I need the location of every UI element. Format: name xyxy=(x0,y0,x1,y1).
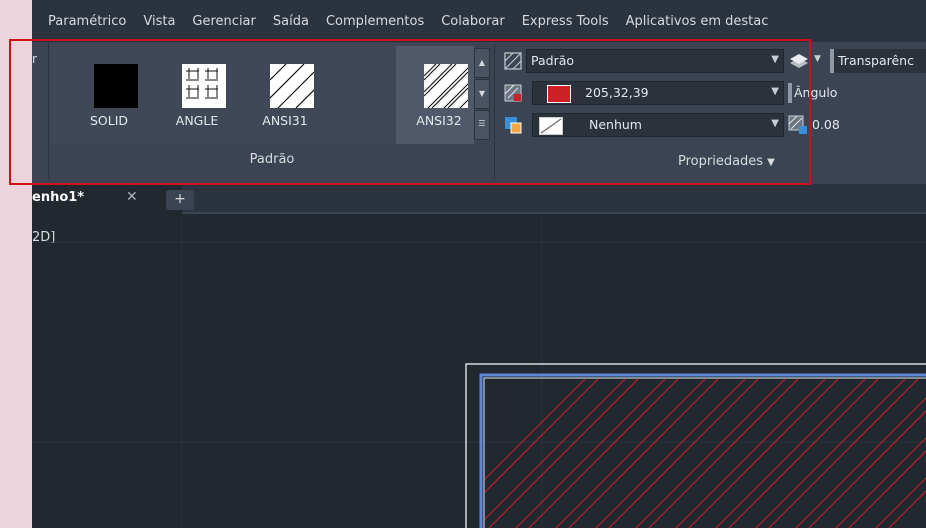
properties-panel: Padrão ▼ ▼ Transparênc 205,32,39 ▼ Ângul… xyxy=(498,44,926,178)
new-tab-button[interactable]: + xyxy=(166,190,194,210)
transparency-control[interactable]: ▼ Transparênc xyxy=(788,49,926,73)
chevron-down-icon: ▼ xyxy=(771,54,779,65)
hatch-color-icon xyxy=(504,84,522,102)
transparency-field[interactable]: Transparênc xyxy=(830,49,926,73)
solid-fill-icon xyxy=(94,64,138,108)
close-icon[interactable]: ✕ xyxy=(126,189,138,205)
background-color-row: Nenhum ▼ 0.08 xyxy=(498,112,926,138)
hatch-type-row: Padrão ▼ ▼ Transparênc xyxy=(498,48,926,74)
ribbon-tab-bar: Paramétrico Vista Gerenciar Saída Comple… xyxy=(32,0,926,42)
tab-aplicativos[interactable]: Aplicativos em destac xyxy=(626,14,769,29)
drawing-canvas[interactable]: 2D] xyxy=(32,216,926,528)
previous-panel-label: r xyxy=(32,52,37,66)
tab-complementos[interactable]: Complementos xyxy=(326,14,424,29)
scale-control[interactable]: 0.08 xyxy=(788,113,926,137)
document-tab-bar: enho1* ✕ + xyxy=(32,184,926,214)
chevron-down-icon: ▼ xyxy=(767,157,775,168)
angle-label: Ângulo xyxy=(794,85,838,100)
hatch-type-icon xyxy=(504,52,522,70)
chevron-down-icon: ▼ xyxy=(814,54,821,64)
angle-grid-icon xyxy=(182,64,226,108)
tab-vista[interactable]: Vista xyxy=(143,14,175,29)
ansi32-hatch-icon xyxy=(424,64,468,108)
gallery-scroll-up-button[interactable]: ▲ xyxy=(474,48,490,78)
previous-panel-stub: r xyxy=(32,42,49,178)
hatch-color-row: 205,32,39 ▼ Ângulo xyxy=(498,80,926,106)
gallery-expand-button[interactable]: ☰ xyxy=(474,110,490,140)
color-swatch xyxy=(547,85,571,103)
properties-title-label: Propriedades xyxy=(678,154,764,169)
autocad-window: Paramétrico Vista Gerenciar Saída Comple… xyxy=(32,0,926,528)
properties-panel-title[interactable]: Propriedades ▼ xyxy=(678,154,775,169)
angle-slider-handle[interactable] xyxy=(788,83,792,103)
background-color-value: Nenhum xyxy=(589,117,642,132)
ansi31-hatch-icon xyxy=(270,64,314,108)
hatch-scale-icon xyxy=(788,115,807,134)
gallery-scroll-down-button[interactable]: ▼ xyxy=(474,79,490,109)
tab-colaborar[interactable]: Colaborar xyxy=(441,14,504,29)
gallery-scrollbar: ▲ ▼ ☰ xyxy=(474,48,490,144)
tab-express-tools[interactable]: Express Tools xyxy=(522,14,609,29)
pattern-label: SOLID xyxy=(89,113,129,128)
document-tab[interactable]: enho1* ✕ xyxy=(32,184,182,214)
pattern-solid[interactable]: SOLID xyxy=(70,46,148,144)
hatch-type-value: Padrão xyxy=(531,53,575,68)
pattern-label: ANSI31 xyxy=(262,113,308,128)
layers-icon xyxy=(790,54,808,68)
background-color-dropdown[interactable]: Nenhum ▼ xyxy=(532,113,784,137)
chevron-down-icon: ▼ xyxy=(771,86,779,97)
pattern-panel-title: Padrão xyxy=(249,152,295,167)
document-tab-name: enho1* xyxy=(32,190,85,205)
tab-saida[interactable]: Saída xyxy=(273,14,309,29)
angle-control[interactable]: Ângulo xyxy=(788,81,926,105)
pattern-panel: SOLID ANGLE ANSI31 ANSI32 ▲ ▼ ☰ Padrão xyxy=(50,44,495,178)
ribbon: r SOLID ANGLE ANSI31 ANSI32 ▲ ▼ ☰ Padrão… xyxy=(32,42,926,184)
hatch-color-value: 205,32,39 xyxy=(585,85,649,100)
hatched-rectangle[interactable] xyxy=(32,216,926,528)
pattern-angle[interactable]: ANGLE xyxy=(158,46,236,144)
transparency-label: Transparênc xyxy=(838,53,914,68)
pattern-ansi31[interactable]: ANSI31 xyxy=(246,46,324,144)
tab-gerenciar[interactable]: Gerenciar xyxy=(192,14,255,29)
background-color-icon xyxy=(505,117,522,134)
tab-parametrico[interactable]: Paramétrico xyxy=(48,14,126,29)
chevron-down-icon: ▼ xyxy=(771,118,779,129)
pattern-label: ANSI32 xyxy=(416,113,462,128)
pattern-ansi32[interactable]: ANSI32 xyxy=(396,46,474,144)
no-color-swatch xyxy=(539,117,563,135)
scale-value: 0.08 xyxy=(812,117,840,132)
pattern-gallery: SOLID ANGLE ANSI31 ANSI32 xyxy=(50,44,474,144)
pattern-label: ANGLE xyxy=(175,113,219,128)
hatch-type-dropdown[interactable]: Padrão ▼ xyxy=(526,49,784,73)
hatch-color-dropdown[interactable]: 205,32,39 ▼ xyxy=(532,81,784,105)
